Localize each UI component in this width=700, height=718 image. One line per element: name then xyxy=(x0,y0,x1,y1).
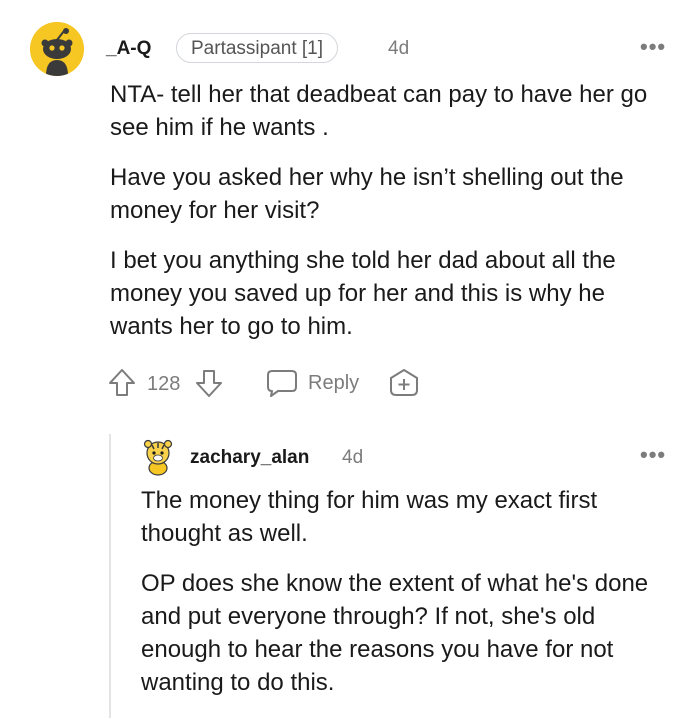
reddit-snoo-avatar xyxy=(30,22,84,76)
award-button[interactable] xyxy=(388,368,420,398)
comment-timestamp: 4d xyxy=(388,38,410,59)
user-flair: Partassipant [1] xyxy=(176,33,339,63)
tiger-avatar xyxy=(143,439,173,476)
reply-username[interactable]: zachary_alan xyxy=(190,447,309,469)
comment-username[interactable]: _A-Q xyxy=(106,38,151,60)
downvote-icon xyxy=(196,370,222,397)
reply-label: Reply xyxy=(308,372,360,394)
downvote-button[interactable] xyxy=(195,368,223,398)
reply-body: The money thing for him was my exact fir… xyxy=(141,484,681,699)
upvote-icon xyxy=(109,369,135,396)
comment-bubble-icon xyxy=(267,370,297,397)
comment-paragraph: Have you asked her why he isn’t shelling… xyxy=(110,164,624,224)
vote-count: 128 xyxy=(147,373,181,395)
comment-paragraph: NTA- tell her that deadbeat can pay to h… xyxy=(110,81,648,141)
award-plus-icon xyxy=(390,369,418,396)
upvote-button[interactable] xyxy=(108,368,136,398)
comment-paragraph: I bet you anything she told her dad abou… xyxy=(110,247,616,340)
thread-line[interactable] xyxy=(109,434,111,718)
avatar[interactable] xyxy=(30,22,84,76)
reply-avatar[interactable] xyxy=(140,438,176,476)
comment-body: NTA- tell her that deadbeat can pay to h… xyxy=(110,78,670,343)
reply-paragraph: The money thing for him was my exact fir… xyxy=(141,487,598,547)
more-options-icon[interactable]: ••• xyxy=(640,442,666,468)
reply-timestamp: 4d xyxy=(342,447,364,468)
more-options-icon[interactable]: ••• xyxy=(640,34,666,60)
reply-paragraph: OP does she know the extent of what he's… xyxy=(141,570,649,696)
